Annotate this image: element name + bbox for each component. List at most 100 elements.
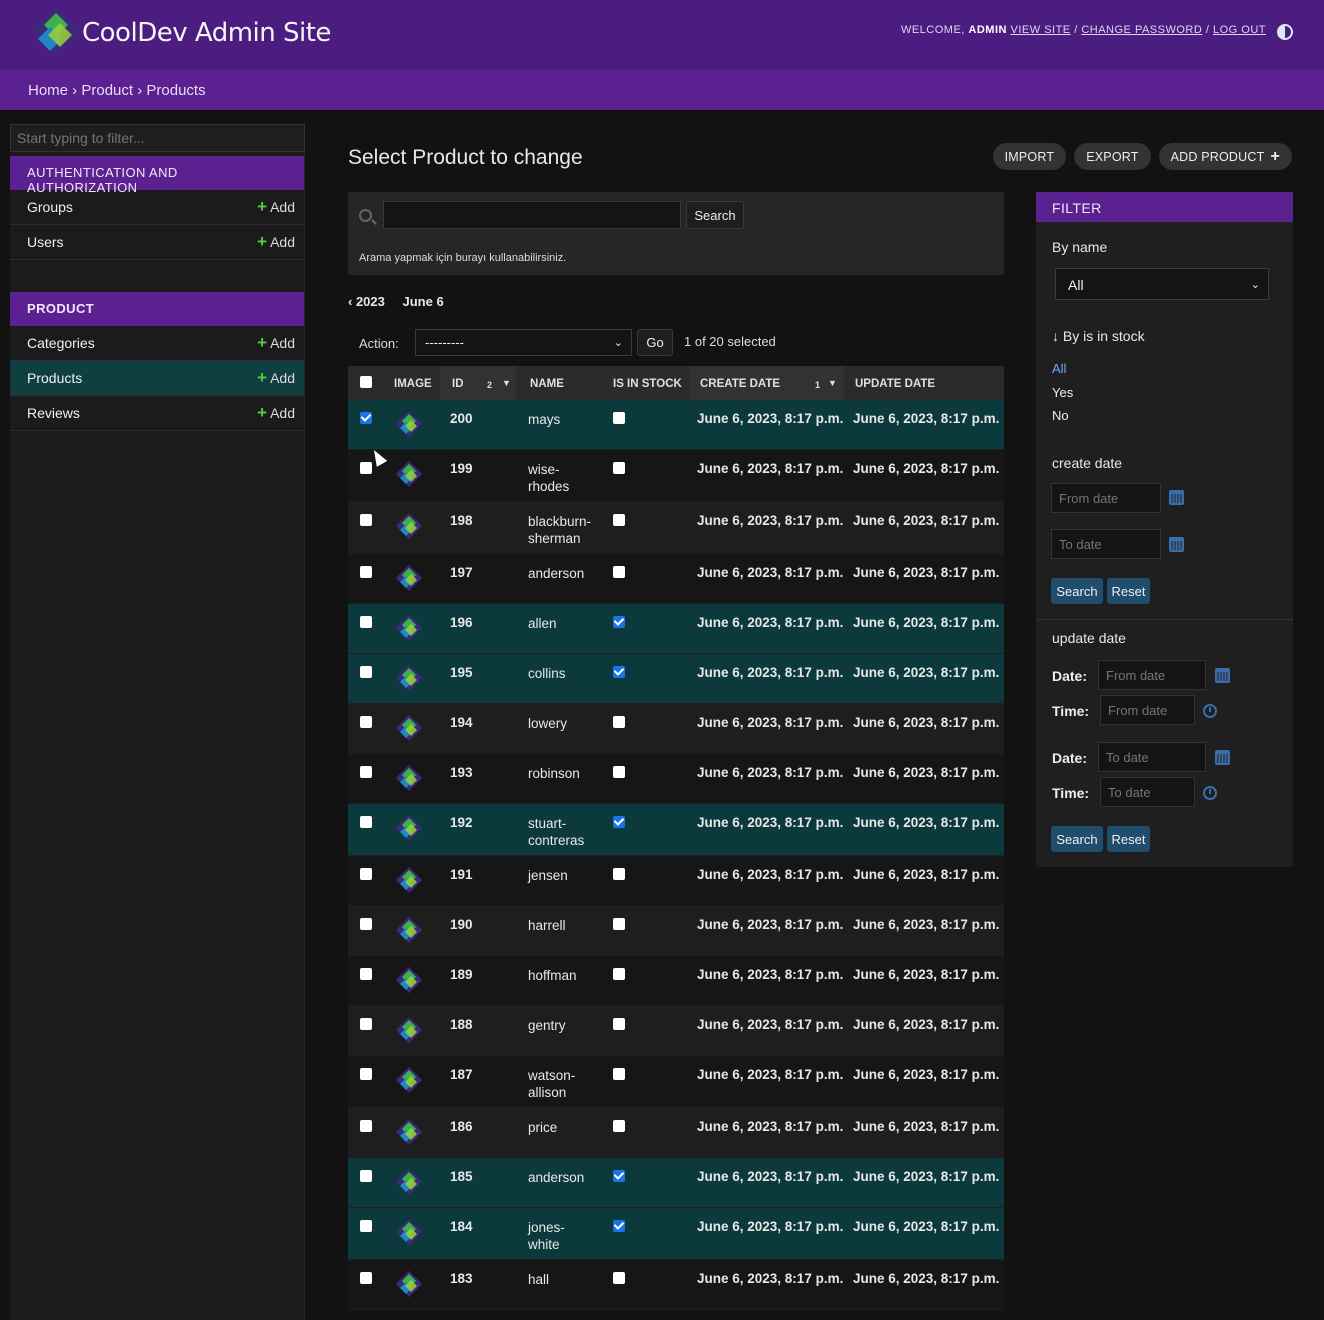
sidebar-item-label[interactable]: Reviews [27, 405, 80, 421]
row-id-link[interactable]: 188 [450, 1017, 473, 1032]
in-stock-checkbox[interactable] [613, 566, 625, 578]
breadcrumb-product[interactable]: Product [81, 82, 133, 99]
row-id-link[interactable]: 186 [450, 1119, 473, 1134]
row-select-checkbox[interactable] [360, 412, 372, 424]
row-select-checkbox[interactable] [360, 716, 372, 728]
create-date-reset-button[interactable]: Reset [1107, 578, 1150, 604]
stock-filter-yes[interactable]: Yes [1052, 385, 1073, 400]
in-stock-checkbox[interactable] [613, 868, 625, 880]
row-id-link[interactable]: 196 [450, 615, 473, 630]
change-password-link[interactable]: Change password [1081, 24, 1202, 36]
update-date-search-button[interactable]: Search [1051, 826, 1103, 852]
select-all-checkbox[interactable] [360, 376, 372, 388]
sidebar-item-products[interactable]: Products + Add [10, 361, 304, 396]
create-from-date-input[interactable] [1051, 483, 1161, 513]
theme-toggle-icon[interactable] [1277, 24, 1293, 40]
row-select-checkbox[interactable] [360, 766, 372, 778]
add-product-link[interactable]: + Add [257, 368, 295, 388]
in-stock-checkbox[interactable] [613, 816, 625, 828]
row-id-link[interactable]: 191 [450, 867, 473, 882]
sidebar-item-label[interactable]: Groups [27, 199, 73, 215]
export-button[interactable]: Export [1074, 143, 1151, 170]
action-select[interactable]: --------- ⌄ [415, 329, 632, 356]
in-stock-checkbox[interactable] [613, 1170, 625, 1182]
log-out-link[interactable]: Log out [1213, 24, 1266, 36]
site-logo-icon[interactable] [30, 5, 82, 57]
row-id-link[interactable]: 199 [450, 461, 473, 476]
row-select-checkbox[interactable] [360, 566, 372, 578]
row-select-checkbox[interactable] [360, 1220, 372, 1232]
add-product-button[interactable]: Add Product + [1158, 143, 1292, 170]
col-in-stock[interactable]: Is in stock [613, 378, 682, 390]
import-button[interactable]: Import [992, 143, 1067, 170]
in-stock-checkbox[interactable] [613, 1120, 625, 1132]
update-from-time-input[interactable] [1100, 695, 1195, 725]
row-select-checkbox[interactable] [360, 1170, 372, 1182]
update-date-reset-button[interactable]: Reset [1107, 826, 1150, 852]
in-stock-checkbox[interactable] [613, 616, 625, 628]
in-stock-checkbox[interactable] [613, 766, 625, 778]
clock-icon[interactable] [1203, 786, 1217, 800]
row-id-link[interactable]: 193 [450, 765, 473, 780]
row-select-checkbox[interactable] [360, 514, 372, 526]
row-id-link[interactable]: 200 [450, 411, 473, 426]
stock-filter-no[interactable]: No [1052, 408, 1069, 423]
row-select-checkbox[interactable] [360, 1068, 372, 1080]
update-from-date-input[interactable] [1098, 660, 1206, 690]
row-select-checkbox[interactable] [360, 1272, 372, 1284]
row-select-checkbox[interactable] [360, 816, 372, 828]
row-id-link[interactable]: 183 [450, 1271, 473, 1286]
add-group-link[interactable]: + Add [257, 197, 295, 217]
row-id-link[interactable]: 189 [450, 967, 473, 982]
filter-by-stock-title[interactable]: ↓ By is in stock [1052, 328, 1145, 344]
sidebar-item-users[interactable]: Users + Add [10, 225, 304, 260]
calendar-icon[interactable] [1169, 490, 1184, 505]
in-stock-checkbox[interactable] [613, 716, 625, 728]
row-id-link[interactable]: 190 [450, 917, 473, 932]
row-id-link[interactable]: 197 [450, 565, 473, 580]
row-select-checkbox[interactable] [360, 616, 372, 628]
in-stock-checkbox[interactable] [613, 1272, 625, 1284]
search-input[interactable] [383, 201, 681, 229]
in-stock-checkbox[interactable] [613, 1068, 625, 1080]
calendar-icon[interactable] [1169, 537, 1184, 552]
sidebar-item-groups[interactable]: Groups + Add [10, 190, 304, 225]
col-create-date[interactable]: Create date [700, 378, 780, 390]
row-id-link[interactable]: 198 [450, 513, 473, 528]
row-id-link[interactable]: 194 [450, 715, 473, 730]
row-id-link[interactable]: 185 [450, 1169, 473, 1184]
row-id-link[interactable]: 195 [450, 665, 473, 680]
breadcrumb-home[interactable]: Home [28, 82, 68, 99]
create-to-date-input[interactable] [1051, 529, 1161, 559]
row-select-checkbox[interactable] [360, 1120, 372, 1132]
in-stock-checkbox[interactable] [613, 514, 625, 526]
module-header-auth[interactable]: Authentication and Authorization [10, 156, 304, 195]
col-image[interactable]: Image [394, 378, 432, 390]
sidebar-item-label[interactable]: Users [27, 234, 64, 250]
sort-desc-icon[interactable]: ▼ [828, 378, 837, 388]
calendar-icon[interactable] [1215, 750, 1230, 765]
in-stock-checkbox[interactable] [613, 1018, 625, 1030]
in-stock-checkbox[interactable] [613, 462, 625, 474]
sidebar-item-reviews[interactable]: Reviews + Add [10, 396, 304, 431]
in-stock-checkbox[interactable] [613, 666, 625, 678]
module-header-product[interactable]: Product [10, 292, 304, 326]
row-select-checkbox[interactable] [360, 462, 372, 474]
in-stock-checkbox[interactable] [613, 968, 625, 980]
nav-filter-input[interactable] [10, 124, 305, 152]
view-site-link[interactable]: View site [1011, 24, 1071, 36]
row-id-link[interactable]: 192 [450, 815, 473, 830]
stock-filter-all[interactable]: All [1052, 361, 1066, 376]
update-to-time-input[interactable] [1100, 777, 1195, 807]
sidebar-item-label[interactable]: Categories [27, 335, 95, 351]
add-category-link[interactable]: + Add [257, 333, 295, 353]
row-id-link[interactable]: 184 [450, 1219, 473, 1234]
sidebar-item-label[interactable]: Products [27, 370, 82, 386]
row-id-link[interactable]: 187 [450, 1067, 473, 1082]
col-update-date[interactable]: Update date [855, 378, 935, 390]
create-date-search-button[interactable]: Search [1051, 578, 1103, 604]
clock-icon[interactable] [1203, 704, 1217, 718]
row-select-checkbox[interactable] [360, 868, 372, 880]
search-button[interactable]: Search [686, 201, 744, 229]
go-button[interactable]: Go [637, 329, 673, 356]
